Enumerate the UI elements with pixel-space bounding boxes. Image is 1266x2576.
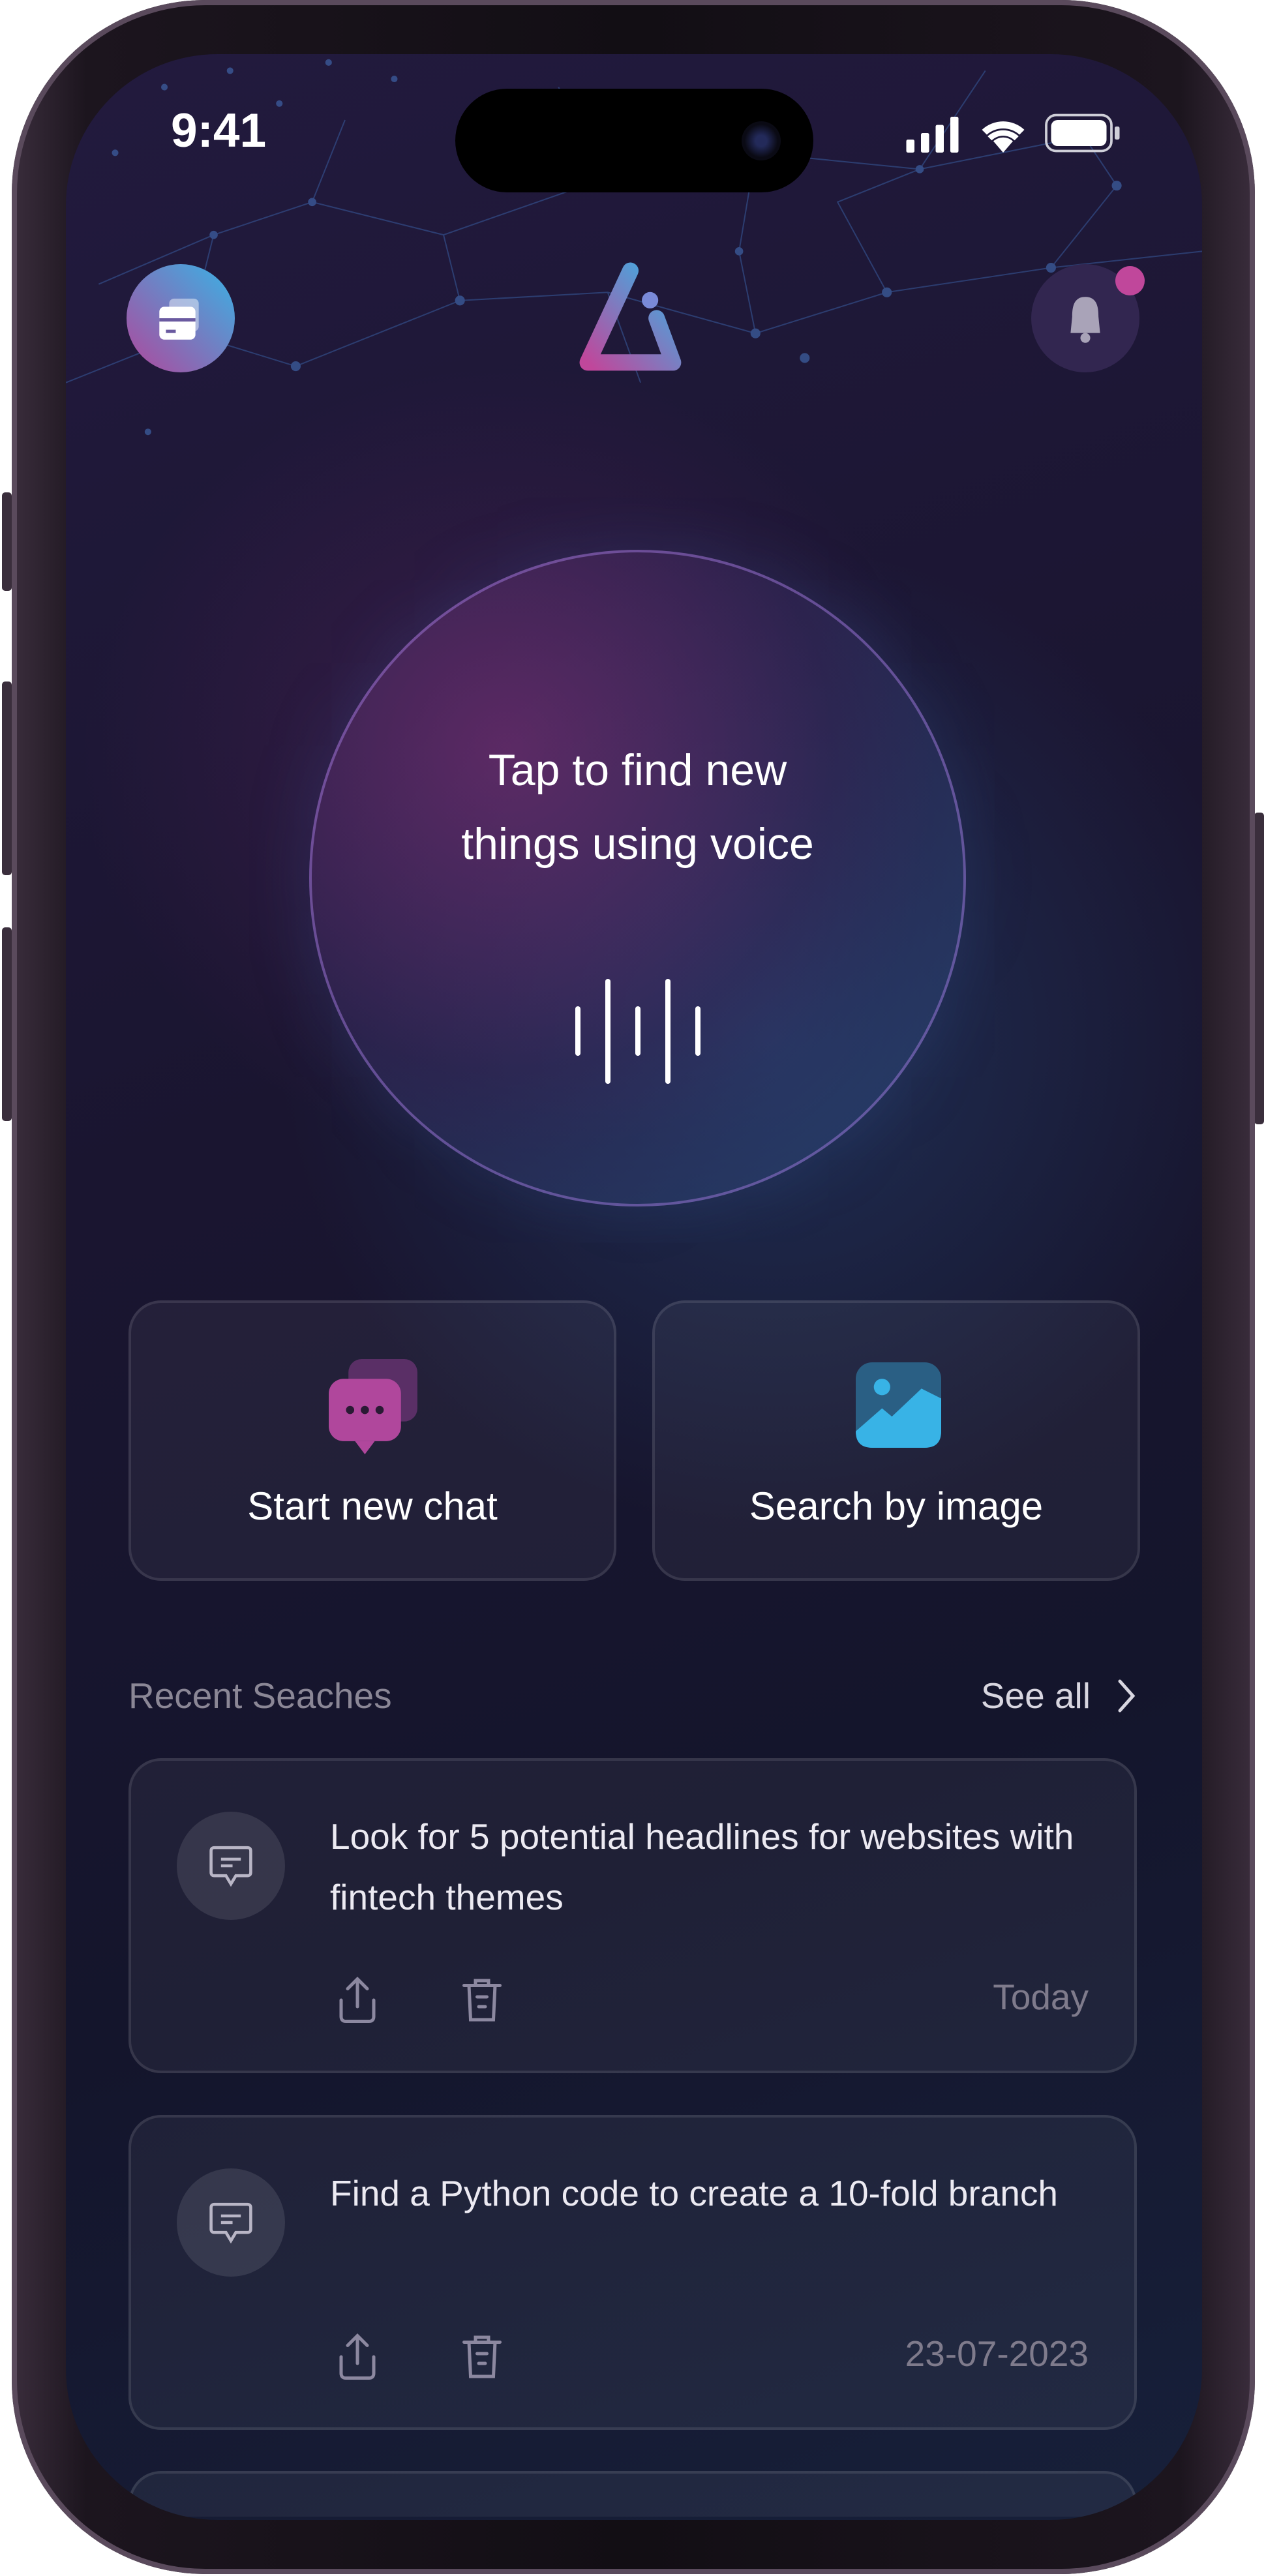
volume-up-button — [2, 681, 12, 875]
see-all-link[interactable]: See all — [981, 1675, 1136, 1716]
app-logo — [579, 262, 682, 371]
search-by-image-label: Search by image — [749, 1484, 1044, 1528]
image-icon — [856, 1362, 941, 1448]
search-query: Find a Python code to create a 10-fold b… — [330, 2173, 1058, 2213]
camera-icon — [742, 121, 781, 160]
message-icon — [177, 1812, 285, 1920]
battery-icon — [1045, 113, 1120, 153]
action-button — [2, 492, 12, 591]
dynamic-island — [455, 89, 813, 192]
search-query: Look for 5 potential headlines for websi… — [330, 1816, 1074, 1917]
notification-dot — [1115, 266, 1145, 295]
status-icons — [906, 113, 1120, 153]
wifi-icon — [982, 121, 1025, 153]
card-icon — [159, 298, 199, 340]
trash-icon[interactable] — [456, 2331, 508, 2383]
recent-search-item-partial[interactable] — [128, 2471, 1137, 2517]
screen: 9:41 Tap to find new things using voice … — [66, 54, 1202, 2520]
share-icon[interactable] — [331, 1974, 384, 2026]
phone-mockup: 9:41 Tap to find new things using voice … — [0, 0, 1266, 2576]
search-by-image-button[interactable]: Search by image — [652, 1300, 1140, 1581]
power-button — [1254, 813, 1264, 1124]
recent-searches-title: Recent Seaches — [128, 1675, 392, 1716]
voice-prompt: Tap to find new things using voice — [461, 745, 814, 869]
wallet-button[interactable] — [127, 264, 235, 372]
share-icon[interactable] — [331, 2331, 384, 2383]
chevron-right-icon — [1118, 1679, 1136, 1712]
sound-wave-icon — [575, 974, 701, 1088]
trash-icon[interactable] — [456, 1974, 508, 2026]
search-date: 23-07-2023 — [905, 2333, 1089, 2374]
start-new-chat-label: Start new chat — [247, 1484, 498, 1528]
notifications-button[interactable] — [1031, 264, 1145, 372]
see-all-label: See all — [980, 1675, 1091, 1716]
signal-icon — [906, 117, 959, 153]
message-icon — [177, 2168, 285, 2277]
volume-down-button — [2, 927, 12, 1121]
start-new-chat-button[interactable]: Start new chat — [128, 1300, 616, 1581]
voice-search-button[interactable]: Tap to find new things using voice — [309, 550, 966, 1206]
status-time: 9:41 — [171, 104, 267, 157]
recent-search-item[interactable]: Find a Python code to create a 10-fold b… — [128, 2115, 1137, 2430]
search-date: Today — [993, 1977, 1089, 2017]
recent-search-item[interactable]: Look for 5 potential headlines for websi… — [128, 1758, 1137, 2073]
chat-bubbles-icon — [329, 1359, 417, 1454]
